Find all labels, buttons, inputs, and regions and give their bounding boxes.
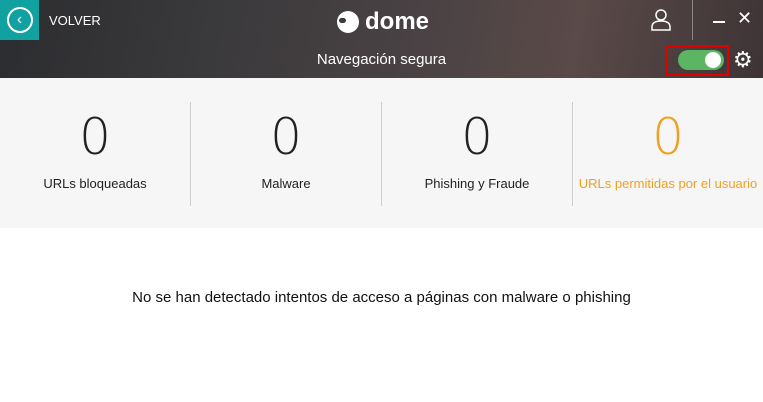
- stat-allowed-urls[interactable]: 0 URLs permitidas por el usuario: [573, 102, 763, 206]
- minimize-button[interactable]: [713, 21, 725, 23]
- user-icon[interactable]: [651, 9, 671, 31]
- stat-label: URLs permitidas por el usuario: [578, 176, 758, 191]
- stat-value: 0: [461, 108, 493, 166]
- logo: dome: [337, 8, 429, 36]
- stat-label: Phishing y Fraude: [424, 176, 530, 191]
- stat-phishing[interactable]: 0 Phishing y Fraude: [382, 102, 573, 206]
- stat-blocked-urls[interactable]: 0 URLs bloqueadas: [0, 102, 191, 206]
- header: ‹ VOLVER dome ✕ Navegación segura ⚙: [0, 0, 763, 78]
- chevron-left-icon: ‹: [6, 7, 33, 33]
- stat-value: 0: [79, 108, 111, 166]
- page-title: Navegación segura: [316, 51, 447, 68]
- panda-logo-icon: [337, 11, 359, 33]
- stat-value: 0: [270, 108, 302, 166]
- highlight-box: [666, 45, 729, 76]
- back-label[interactable]: VOLVER: [49, 13, 101, 28]
- stat-label: Malware: [261, 176, 311, 191]
- stat-label: URLs bloqueadas: [43, 176, 147, 191]
- divider: [692, 0, 693, 40]
- back-button[interactable]: ‹: [0, 0, 39, 40]
- close-button[interactable]: ✕: [737, 8, 752, 29]
- stats-panel: 0 URLs bloqueadas 0 Malware 0 Phishing y Fr…: [0, 78, 763, 228]
- stat-malware[interactable]: 0 Malware: [191, 102, 382, 206]
- status-message: No se han detectado intentos de acceso a…: [132, 289, 631, 306]
- stat-value: 0: [652, 108, 684, 166]
- logo-text: dome: [365, 8, 430, 35]
- gear-icon[interactable]: ⚙: [733, 49, 753, 71]
